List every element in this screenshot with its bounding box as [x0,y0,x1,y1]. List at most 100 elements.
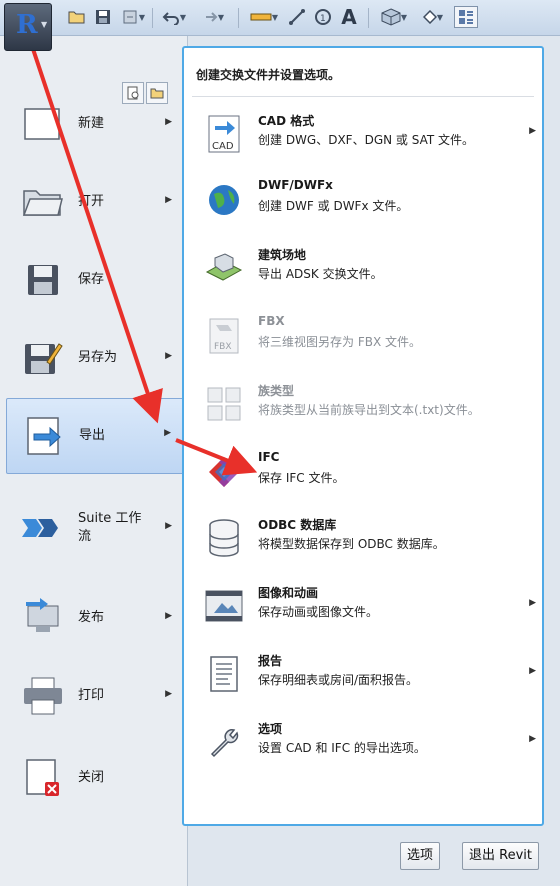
submenu-item-description: 将模型数据保存到 ODBC 数据库。 [258,537,445,551]
menu-item-print[interactable]: 打印 ▶ [6,660,184,732]
submenu-header: 创建交换文件并设置选项。 [196,68,341,82]
measure-icon[interactable]: ▼ [246,6,282,28]
menu-item-label: 保存 [78,272,105,287]
submenu-arrow-icon: ▶ [165,351,172,361]
ifc-icon [204,452,244,492]
submenu-item-description: 保存 IFC 文件。 [258,471,345,485]
submenu-arrow-icon: ▶ [165,521,172,531]
open-icon[interactable] [66,6,88,28]
cad-format-icon: CAD [204,114,244,154]
submenu-item-ifc[interactable]: IFC 保存 IFC 文件。 [200,444,530,506]
submenu-item-title: 图像和动画 [258,586,319,600]
menu-item-close[interactable]: 关闭 [6,742,184,814]
menu-item-open[interactable]: 打开 ▶ [6,166,184,238]
sync-icon[interactable]: ▼ [118,6,148,28]
submenu-item-title: 建筑场地 [258,248,307,262]
submenu-arrow-icon: ▶ [529,666,536,676]
tag-icon[interactable]: 1 [312,6,334,28]
svg-text:CAD: CAD [212,141,234,152]
menu-item-label: 另存为 [78,350,118,365]
submenu-arrow-icon: ▶ [165,689,172,699]
chevron-down-icon: ▼ [41,20,48,29]
redo-icon[interactable]: ▼ [196,6,228,28]
save-icon[interactable] [92,6,114,28]
submenu-item-options[interactable]: 选项 设置 CAD 和 IFC 的导出选项。 ▶ [200,714,536,776]
export-icon [21,413,67,459]
publish-icon [20,595,66,641]
submenu-item-fbx: FBX FBX 将三维视图另存为 FBX 文件。 [200,308,530,370]
section-icon[interactable]: ▼ [418,6,448,28]
submenu-item-building-site[interactable]: 建筑场地 导出 ADSK 交换文件。 [200,240,530,302]
dimension-icon[interactable] [286,6,308,28]
printer-icon [20,673,66,719]
submenu-arrow-icon: ▶ [164,428,171,438]
submenu-item-description: 保存动画或图像文件。 [258,605,379,619]
menu-item-save[interactable]: 保存 [6,244,184,316]
submenu-arrow-icon: ▶ [529,598,536,608]
menu-item-export[interactable]: 导出 ▶ [6,398,184,474]
menu-item-label: 新建 [78,116,105,131]
submenu-arrow-icon: ▶ [529,126,536,136]
submenu-arrow-icon: ▶ [165,611,172,621]
menu-footer: 选项 退出 Revit [188,826,560,886]
divider [192,96,534,97]
application-menu-button[interactable]: R ▼ [4,3,52,51]
suite-workflow-icon [20,505,66,551]
submenu-item-title: 族类型 [258,384,295,398]
menu-item-publish[interactable]: 发布 ▶ [6,582,184,654]
save-as-icon [20,335,66,381]
export-submenu-panel: 创建交换文件并设置选项。 CAD CAD 格式 创建 DWG、DXF、DGN 或… [182,46,544,826]
submenu-arrow-icon: ▶ [165,195,172,205]
submenu-arrow-icon: ▶ [529,734,536,744]
menu-item-label: 发布 [78,610,105,625]
submenu-item-description: 导出 ADSK 交换文件。 [258,267,383,281]
fbx-icon: FBX [204,316,244,356]
submenu-item-title: IFC [258,450,280,464]
wrench-options-icon [204,722,244,762]
app-logo-letter: R [16,10,38,40]
quick-access-toolbar: R ▼ ▼ ▼ ▼ ▼ 1 A ▼ ▼ [0,0,560,51]
dwf-globe-icon [204,180,244,220]
submenu-item-dwf[interactable]: DWF/DWFx 创建 DWF 或 DWFx 文件。 [200,172,530,234]
submenu-item-description: 将三维视图另存为 FBX 文件。 [258,335,421,349]
exit-revit-button[interactable]: 退出 Revit [462,842,539,870]
menu-item-label: Suite 工作流 [78,511,142,544]
open-folder-icon [20,179,66,225]
submenu-item-title: FBX [258,314,285,328]
undo-icon[interactable]: ▼ [158,6,190,28]
submenu-arrow-icon: ▶ [165,117,172,127]
save-disk-icon [20,257,66,303]
submenu-item-odbc-database[interactable]: ODBC 数据库 将模型数据保存到 ODBC 数据库。 [200,510,530,572]
svg-text:1: 1 [320,14,326,24]
submenu-item-description: 保存明细表或房间/面积报告。 [258,673,419,687]
menu-item-label: 导出 [79,428,106,443]
submenu-item-family-types: 族类型 将族类型从当前族导出到文本(.txt)文件。 [200,376,530,438]
submenu-item-title: ODBC 数据库 [258,518,337,532]
submenu-item-title: CAD 格式 [258,114,315,128]
menu-item-save-as[interactable]: 另存为 ▶ [6,322,184,394]
menu-item-label: 打开 [78,194,105,209]
menu-item-suite-workflow[interactable]: Suite 工作流 ▶ [6,492,184,564]
menu-item-label: 打印 [78,688,105,703]
database-icon [204,518,244,558]
building-site-icon [204,248,244,288]
options-button[interactable]: 选项 [400,842,441,870]
menu-item-label: 关闭 [78,770,105,785]
submenu-item-title: 选项 [258,722,283,736]
submenu-item-description: 设置 CAD 和 IFC 的导出选项。 [258,741,426,755]
submenu-item-report[interactable]: 报告 保存明细表或房间/面积报告。 ▶ [200,646,536,708]
submenu-item-description: 创建 DWF 或 DWFx 文件。 [258,199,409,213]
submenu-item-image-animation[interactable]: 图像和动画 保存动画或图像文件。 ▶ [200,578,536,640]
submenu-item-description: 将族类型从当前族导出到文本(.txt)文件。 [258,403,480,417]
switch-windows-icon[interactable] [454,6,478,28]
submenu-item-description: 创建 DWG、DXF、DGN 或 SAT 文件。 [258,133,474,147]
submenu-item-title: 报告 [258,654,283,668]
3d-view-icon[interactable]: ▼ [374,6,414,28]
svg-text:FBX: FBX [214,342,232,352]
text-icon[interactable]: A [338,5,360,29]
new-file-icon [20,101,66,147]
report-icon [204,654,244,694]
menu-item-new[interactable]: 新建 ▶ [6,88,184,160]
family-types-icon [204,384,244,424]
submenu-item-cad-format[interactable]: CAD CAD 格式 创建 DWG、DXF、DGN 或 SAT 文件。 ▶ [200,106,536,168]
